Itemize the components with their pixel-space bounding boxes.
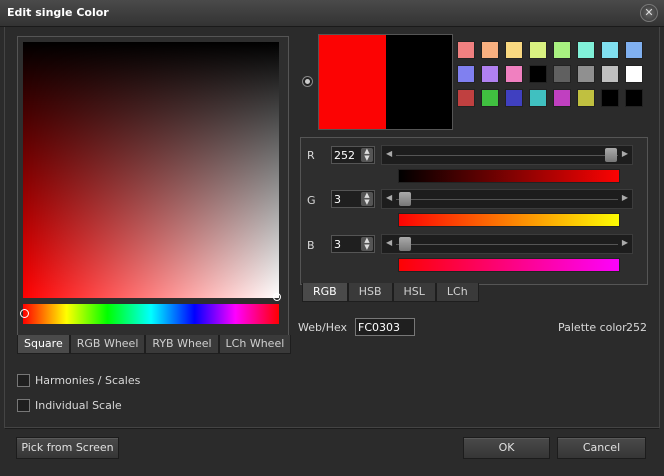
- hue-marker[interactable]: [20, 309, 29, 318]
- palette-swatch[interactable]: [577, 65, 595, 83]
- ok-button[interactable]: OK: [463, 437, 550, 459]
- palette-swatch[interactable]: [553, 65, 571, 83]
- g-gradient: [398, 213, 620, 227]
- picker-tabs: Square RGB Wheel RYB Wheel LCh Wheel: [17, 335, 292, 354]
- b-label: B: [307, 239, 315, 252]
- close-icon: ✕: [644, 6, 654, 19]
- harmonies-label: Harmonies / Scales: [35, 374, 141, 387]
- b-gradient: [398, 258, 620, 272]
- palette-swatch[interactable]: [457, 65, 475, 83]
- web-hex-label: Web/Hex: [298, 321, 348, 334]
- tab-rgb[interactable]: RGB: [302, 283, 348, 302]
- title-bar: Edit single Color ✕: [0, 0, 664, 27]
- r-gradient: [398, 169, 620, 183]
- b-slider[interactable]: ◀ ▶: [381, 234, 633, 254]
- palette-swatch[interactable]: [481, 89, 499, 107]
- palette-swatch[interactable]: [505, 89, 523, 107]
- tab-rgb-wheel[interactable]: RGB Wheel: [69, 335, 146, 354]
- r-spinbox[interactable]: 252 ▲ ▼: [331, 146, 375, 164]
- tab-ryb-wheel[interactable]: RYB Wheel: [145, 335, 219, 354]
- checkbox-icon[interactable]: [17, 399, 30, 412]
- color-preview: [318, 34, 453, 130]
- palette-swatch[interactable]: [601, 41, 619, 59]
- separator: [5, 428, 659, 429]
- palette-swatch[interactable]: [457, 41, 475, 59]
- right-arrow-icon[interactable]: ▶: [622, 149, 628, 158]
- palette-swatch[interactable]: [577, 89, 595, 107]
- g-value: 3: [334, 193, 341, 206]
- spin-arrows-icon[interactable]: ▲ ▼: [361, 192, 373, 206]
- palette-swatch[interactable]: [529, 41, 547, 59]
- r-value: 252: [334, 149, 355, 162]
- palette-swatch[interactable]: [505, 41, 523, 59]
- palette-swatch[interactable]: [529, 65, 547, 83]
- left-arrow-icon[interactable]: ◀: [386, 238, 392, 247]
- palette-swatch[interactable]: [553, 89, 571, 107]
- tab-hsb[interactable]: HSB: [347, 283, 393, 302]
- left-arrow-icon[interactable]: ◀: [386, 193, 392, 202]
- right-arrow-icon[interactable]: ▶: [622, 193, 628, 202]
- palette-swatch[interactable]: [505, 65, 523, 83]
- r-slider[interactable]: ◀ ▶: [381, 145, 633, 165]
- mode-tabs: RGB HSB HSL LCh: [302, 283, 479, 302]
- window-title: Edit single Color: [7, 6, 109, 19]
- g-label: G: [307, 194, 316, 207]
- slider-line: [396, 244, 618, 245]
- palette-swatch[interactable]: [601, 89, 619, 107]
- individual-scale-label: Individual Scale: [35, 399, 122, 412]
- palette-swatch[interactable]: [481, 41, 499, 59]
- palette-swatch[interactable]: [553, 41, 571, 59]
- pick-from-screen-button[interactable]: Pick from Screen: [16, 437, 119, 459]
- palette-swatch[interactable]: [625, 89, 643, 107]
- tab-lch-wheel[interactable]: LCh Wheel: [218, 335, 292, 354]
- harmonies-checkbox[interactable]: Harmonies / Scales: [17, 374, 140, 387]
- palette-swatch[interactable]: [481, 65, 499, 83]
- b-spinbox[interactable]: 3 ▲ ▼: [331, 235, 375, 253]
- b-slider-thumb[interactable]: [398, 237, 411, 251]
- g-slider[interactable]: ◀ ▶: [381, 189, 633, 209]
- close-button[interactable]: ✕: [640, 4, 658, 22]
- palette-swatch[interactable]: [577, 41, 595, 59]
- cancel-button[interactable]: Cancel: [557, 437, 646, 459]
- individual-scale-checkbox[interactable]: Individual Scale: [17, 399, 122, 412]
- tab-hsl[interactable]: HSL: [392, 283, 436, 302]
- tab-square[interactable]: Square: [17, 335, 70, 354]
- left-arrow-icon[interactable]: ◀: [386, 149, 392, 158]
- palette-swatch[interactable]: [601, 65, 619, 83]
- hex-input[interactable]: FC0303: [355, 318, 415, 336]
- preview-radio[interactable]: [302, 76, 313, 87]
- hue-bar[interactable]: [23, 304, 279, 324]
- spin-arrows-icon[interactable]: ▲ ▼: [361, 237, 373, 251]
- slider-line: [396, 199, 618, 200]
- checkbox-icon[interactable]: [17, 374, 30, 387]
- r-slider-thumb[interactable]: [605, 148, 618, 162]
- palette-swatch[interactable]: [625, 41, 643, 59]
- palette-color-value: 252: [626, 321, 647, 334]
- palette-swatch[interactable]: [457, 89, 475, 107]
- g-spinbox[interactable]: 3 ▲ ▼: [331, 190, 375, 208]
- palette-color-label: Palette color: [558, 321, 627, 334]
- b-value: 3: [334, 238, 341, 251]
- old-color-swatch: [385, 35, 452, 129]
- palette-swatch[interactable]: [529, 89, 547, 107]
- slider-line: [396, 155, 618, 156]
- palette-swatch[interactable]: [625, 65, 643, 83]
- g-slider-thumb[interactable]: [398, 192, 411, 206]
- spin-arrows-icon[interactable]: ▲ ▼: [361, 148, 373, 162]
- r-label: R: [307, 149, 315, 162]
- tab-lch[interactable]: LCh: [435, 283, 479, 302]
- palette-grid: [457, 41, 649, 107]
- saturation-brightness-square[interactable]: [23, 42, 279, 298]
- new-color-swatch: [319, 35, 386, 129]
- square-cursor[interactable]: [273, 293, 281, 301]
- right-arrow-icon[interactable]: ▶: [622, 238, 628, 247]
